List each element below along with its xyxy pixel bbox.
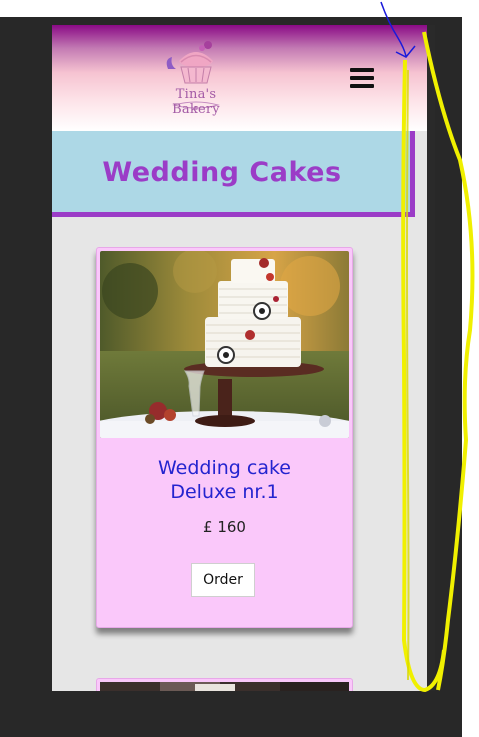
hamburger-menu-icon[interactable] xyxy=(350,68,378,90)
product-name: Wedding cake Deluxe nr.1 xyxy=(97,456,352,504)
page-title-banner: Wedding Cakes xyxy=(52,131,415,217)
order-button[interactable]: Order xyxy=(191,563,255,597)
product-name-line2: Deluxe nr.1 xyxy=(170,481,279,503)
site-header: Tina's Bakery xyxy=(52,25,427,131)
logo-wordmark: Tina's Bakery xyxy=(172,87,220,117)
product-name-line1: Wedding cake xyxy=(157,457,291,479)
next-cake-photo xyxy=(100,682,349,691)
mobile-viewport: Tina's Bakery Wedding Cakes Wedding cake… xyxy=(52,25,427,691)
wedding-cake-photo xyxy=(100,251,349,438)
bakery-logo[interactable]: Tina's Bakery xyxy=(150,35,242,119)
product-card-next xyxy=(96,678,353,691)
page-title: Wedding Cakes xyxy=(102,157,342,188)
product-card: Wedding cake Deluxe nr.1 £ 160 Order xyxy=(96,247,353,628)
scrollbar[interactable] xyxy=(427,25,435,691)
product-price: £ 160 xyxy=(203,518,246,536)
